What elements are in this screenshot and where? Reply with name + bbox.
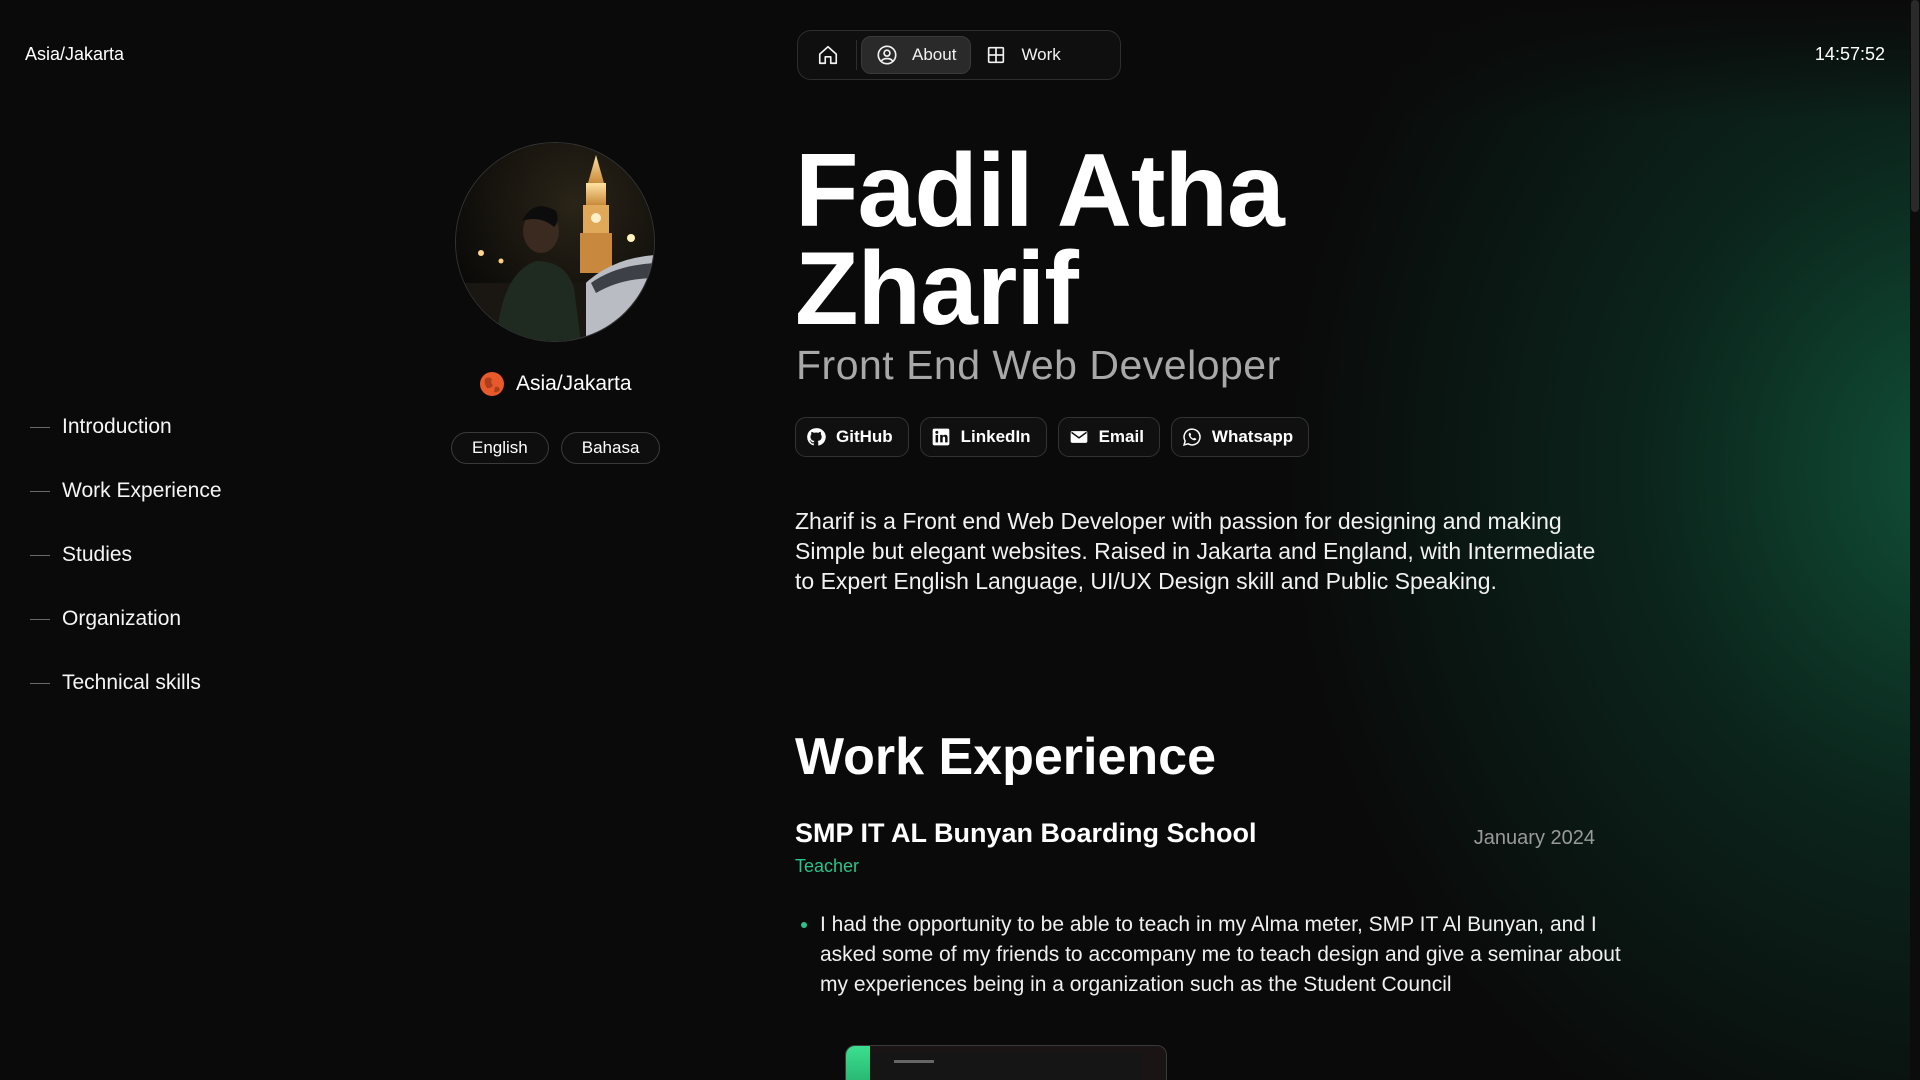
profile-name: Fadil Atha Zharif [795, 133, 1285, 347]
linkedin-icon [932, 428, 949, 446]
linkedin-button[interactable]: LinkedIn [919, 417, 1047, 457]
toc-dash [30, 426, 50, 428]
nav-work-button[interactable]: Work [971, 36, 1074, 74]
language-chip-bahasa: Bahasa [560, 432, 661, 464]
job-image-thumbnail[interactable] [845, 1045, 1167, 1080]
github-icon [807, 428, 826, 446]
profile-role: Front End Web Developer [796, 342, 1281, 388]
globe-icon [480, 372, 504, 396]
toc-dash [30, 490, 50, 492]
thumbnail-accent [846, 1046, 870, 1080]
whatsapp-icon [1182, 428, 1201, 446]
header-clock: 14:57:52 [1814, 44, 1885, 64]
nav-about-label: About [912, 45, 957, 64]
work-experience-heading: Work Experience [795, 728, 1217, 786]
toc-label: Studies [62, 543, 133, 566]
language-chip-english: English [451, 432, 549, 464]
toc-item-introduction[interactable]: Introduction [30, 395, 222, 459]
nav-work-label: Work [1021, 45, 1061, 64]
whatsapp-button[interactable]: Whatsapp [1170, 417, 1310, 457]
toc-item-work-experience[interactable]: Work Experience [30, 459, 222, 523]
toc-item-studies[interactable]: Studies [30, 523, 222, 587]
github-button[interactable]: GitHub [795, 417, 909, 457]
email-button[interactable]: Email [1057, 417, 1160, 457]
page-scrollbar[interactable] [1910, 0, 1920, 1080]
toc-dash [30, 682, 50, 684]
nav-about-button[interactable]: About [861, 36, 972, 74]
nav-home-button[interactable] [804, 36, 852, 74]
section-toc: Introduction Work Experience Studies Org… [30, 395, 222, 715]
language-chips: English Bahasa [451, 432, 661, 464]
mail-icon [1070, 431, 1087, 443]
toc-dash [30, 618, 50, 620]
profile-location: Asia/Jakarta [480, 372, 632, 396]
job-bullet: I had the opportunity to be able to teac… [820, 910, 1630, 1000]
avatar-photo [456, 143, 654, 341]
whatsapp-label: Whatsapp [1211, 427, 1294, 446]
toc-label: Introduction [62, 415, 172, 438]
scrollbar-thumb[interactable] [1911, 0, 1919, 212]
header-timezone: Asia/Jakarta [25, 44, 125, 64]
toc-item-organization[interactable]: Organization [30, 587, 222, 651]
thumbnail-text-line [894, 1060, 934, 1063]
profile-bio: Zharif is a Front end Web Developer with… [795, 508, 1596, 594]
avatar [455, 142, 655, 342]
toc-label: Technical skills [62, 671, 201, 694]
thumbnail-screen [872, 1052, 1142, 1080]
job-date: January 2024 [1473, 827, 1595, 849]
toc-dash [30, 554, 50, 556]
nav-separator [856, 40, 857, 70]
job-company: SMP IT AL Bunyan Boarding School [795, 818, 1257, 848]
social-links: GitHub LinkedIn Email Whatsapp [795, 417, 1310, 457]
main-nav: About Work [797, 30, 1121, 80]
github-label: GitHub [836, 427, 893, 446]
toc-label: Organization [62, 607, 182, 630]
grid-icon [988, 46, 1005, 64]
job-bullet-list: I had the opportunity to be able to teac… [795, 910, 1630, 1000]
home-icon [818, 45, 838, 65]
user-circle-icon [877, 45, 897, 65]
toc-label: Work Experience [62, 479, 222, 502]
toc-item-technical-skills[interactable]: Technical skills [30, 651, 222, 715]
job-role: Teacher [795, 856, 860, 876]
linkedin-label: LinkedIn [960, 427, 1031, 446]
location-label: Asia/Jakarta [516, 372, 632, 395]
email-label: Email [1098, 427, 1144, 446]
